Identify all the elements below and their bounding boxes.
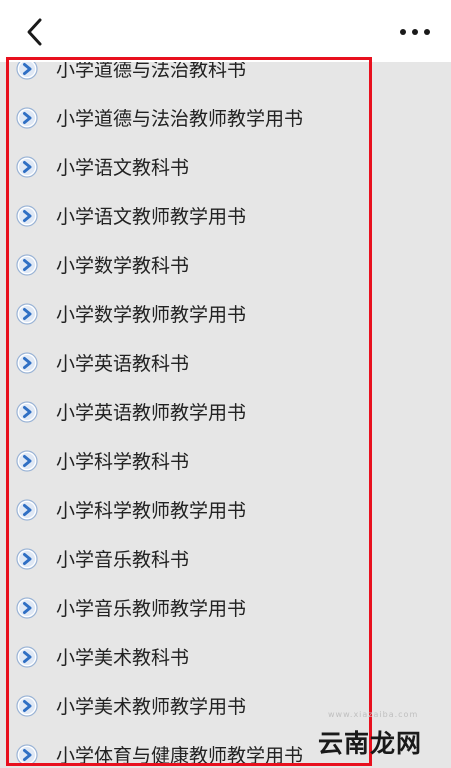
play-circle-icon: [16, 596, 38, 619]
list-item[interactable]: 小学美术教科书: [0, 632, 451, 681]
back-button[interactable]: [20, 16, 52, 48]
play-circle-icon: [16, 400, 38, 423]
play-circle-icon: [16, 62, 38, 80]
play-circle-icon: [16, 204, 38, 227]
play-circle-icon: [16, 547, 38, 570]
list-item[interactable]: 小学科学教师教学用书: [0, 485, 451, 534]
play-circle-icon: [16, 694, 38, 717]
list-item-label: 小学科学教师教学用书: [56, 500, 247, 522]
more-horizontal-icon: [400, 29, 430, 35]
book-list: 小学道德与法治教科书小学道德与法治教师教学用书 小学语文教科书小学语文教师教学用书…: [0, 62, 451, 768]
list-item-label: 小学英语教科书: [56, 353, 190, 375]
chevron-left-icon: [27, 18, 42, 46]
list-item[interactable]: 小学英语教科书: [0, 338, 451, 387]
list-item-label: 小学体育与健康教师教学用书: [56, 745, 304, 767]
list-item[interactable]: 小学音乐教科书: [0, 534, 451, 583]
list-item-label: 小学科学教科书: [56, 451, 190, 473]
play-circle-icon: [16, 253, 38, 276]
list-item[interactable]: 小学科学教科书: [0, 436, 451, 485]
list-item[interactable]: 小学语文教师教学用书: [0, 191, 451, 240]
play-circle-icon: [16, 645, 38, 668]
list-item-label: 小学数学教师教学用书: [56, 304, 247, 326]
list-item-label: 小学音乐教师教学用书: [56, 598, 247, 620]
book-list-area: 小学道德与法治教科书小学道德与法治教师教学用书 小学语文教科书小学语文教师教学用书…: [0, 62, 451, 768]
list-item[interactable]: 小学英语教师教学用书: [0, 387, 451, 436]
more-button[interactable]: [397, 18, 433, 46]
list-item[interactable]: 小学语文教科书: [0, 142, 451, 191]
list-item-label: 小学道德与法治教科书: [56, 62, 247, 81]
list-item-label: 小学美术教师教学用书: [56, 696, 247, 718]
list-item[interactable]: 小学音乐教师教学用书: [0, 583, 451, 632]
top-bar: [0, 0, 451, 62]
play-circle-icon: [16, 743, 38, 766]
list-item-label: 小学数学教科书: [56, 255, 190, 277]
play-circle-icon: [16, 449, 38, 472]
list-item[interactable]: 小学道德与法治教师教学用书: [0, 93, 451, 142]
watermark-url: www.xiazaiba.com: [328, 710, 419, 719]
play-circle-icon: [16, 302, 38, 325]
list-item[interactable]: 小学数学教科书: [0, 240, 451, 289]
list-item-label: 小学语文教科书: [56, 157, 190, 179]
play-circle-icon: [16, 351, 38, 374]
watermark: www.xiazaiba.com 云南龙网: [318, 710, 448, 766]
list-item-label: 小学语文教师教学用书: [56, 206, 247, 228]
play-circle-icon: [16, 155, 38, 178]
list-item-label: 小学道德与法治教师教学用书: [56, 108, 304, 130]
list-item-label: 小学音乐教科书: [56, 549, 190, 571]
play-circle-icon: [16, 498, 38, 521]
play-circle-icon: [16, 106, 38, 129]
list-item-label: 小学美术教科书: [56, 647, 190, 669]
watermark-text: 云南龙网: [318, 729, 423, 758]
list-item-label: 小学英语教师教学用书: [56, 402, 247, 424]
list-item[interactable]: 小学数学教师教学用书: [0, 289, 451, 338]
list-item[interactable]: 小学道德与法治教科书: [0, 62, 451, 93]
